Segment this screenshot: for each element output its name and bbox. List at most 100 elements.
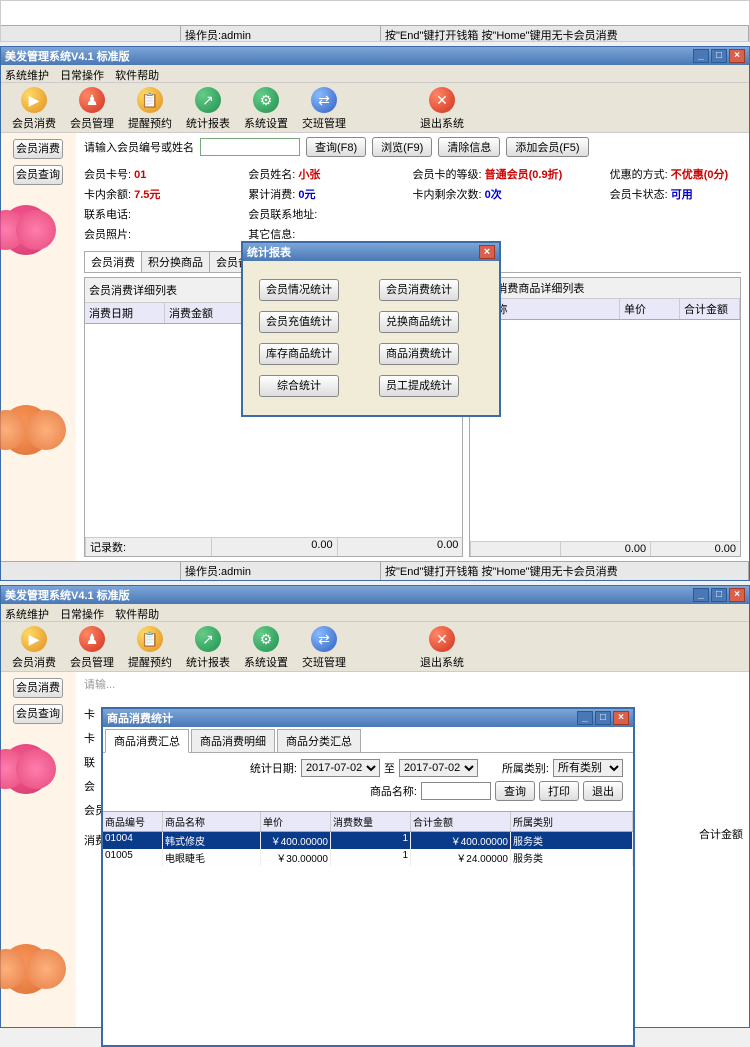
tool-member-mgmt[interactable]: ♟会员管理: [67, 626, 117, 667]
pexit-button[interactable]: 退出: [583, 781, 623, 801]
main-window-2: 美发管理系统V4.1 标准版 _ □ × 系统维护 日常操作 软件帮助 ▶会员消…: [0, 585, 750, 1028]
sidebar: 会员消费 会员查询: [1, 133, 76, 561]
dialog-title: 商品消费统计: [107, 710, 575, 726]
gear-icon: ⚙: [253, 626, 279, 652]
member-level: 普通会员(0.9折): [485, 169, 563, 181]
flower-decoration: [1, 944, 51, 994]
minimize-button[interactable]: _: [577, 711, 593, 725]
tool-reminder[interactable]: 📋提醒预约: [125, 87, 175, 128]
key-hint: 按"End"键打开钱箱 按"Home"键用无卡会员消费: [385, 30, 618, 42]
note-icon: 📋: [137, 87, 163, 113]
ptab-detail[interactable]: 商品消费明细: [191, 729, 275, 752]
note-icon: 📋: [137, 626, 163, 652]
flower-decoration: [1, 205, 51, 255]
window-title: 美发管理系统V4.1 标准版: [5, 48, 691, 64]
tool-stats[interactable]: ↗统计报表: [183, 626, 233, 667]
add-member-button[interactable]: 添加会员(F5): [506, 137, 588, 157]
tool-consume[interactable]: ▶会员消费: [9, 87, 59, 128]
person-icon: ♟: [79, 87, 105, 113]
menu-help[interactable]: 软件帮助: [115, 609, 159, 621]
top-fragment: 操作员:admin 按"End"键打开钱箱 按"Home"键用无卡会员消费: [0, 0, 750, 42]
flower-decoration: [1, 744, 51, 794]
side-query[interactable]: 会员查询: [13, 165, 63, 185]
main-panel: 请输入会员编号或姓名 查询(F8) 浏览(F9) 清除信息 添加会员(F5) 会…: [76, 133, 749, 561]
operator-label: 操作员:admin: [185, 30, 251, 42]
play-icon: ▶: [21, 87, 47, 113]
stat-member-recharge[interactable]: 会员充值统计: [259, 311, 339, 333]
side-consume[interactable]: 会员消费: [13, 139, 63, 159]
stat-member-info[interactable]: 会员情况统计: [259, 279, 339, 301]
maximize-button[interactable]: □: [711, 588, 727, 602]
gear-icon: ⚙: [253, 87, 279, 113]
stat-member-consume[interactable]: 会员消费统计: [379, 279, 459, 301]
menu-sys[interactable]: 系统维护: [5, 70, 49, 82]
ptab-category[interactable]: 商品分类汇总: [277, 729, 361, 752]
stat-exchange[interactable]: 兑换商品统计: [379, 311, 459, 333]
menu-daily[interactable]: 日常操作: [60, 609, 104, 621]
side-query[interactable]: 会员查询: [13, 704, 63, 724]
product-list-panel: 会员消费商品详细列表 品名称单价合计金额 0.000.00: [469, 277, 741, 557]
category-select[interactable]: 所有类别: [553, 759, 623, 777]
tool-reminder[interactable]: 📋提醒预约: [125, 626, 175, 667]
minimize-button[interactable]: _: [693, 49, 709, 63]
play-icon: ▶: [21, 626, 47, 652]
tool-exit[interactable]: ✕退出系统: [417, 87, 467, 128]
close-button[interactable]: ×: [729, 588, 745, 602]
close-icon: ✕: [429, 87, 455, 113]
tool-shift[interactable]: ⇄交班管理: [299, 626, 349, 667]
close-icon: ✕: [429, 626, 455, 652]
pprint-button[interactable]: 打印: [539, 781, 579, 801]
minimize-button[interactable]: _: [693, 588, 709, 602]
clear-button[interactable]: 清除信息: [438, 137, 500, 157]
tool-settings[interactable]: ⚙系统设置: [241, 87, 291, 128]
discount-type: 不优惠(0分): [671, 169, 728, 181]
stats-dialog: 统计报表 × 会员情况统计 会员消费统计 会员充值统计 兑换商品统计 库存商品统计…: [241, 241, 501, 417]
side-consume[interactable]: 会员消费: [13, 678, 63, 698]
table-row[interactable]: 01005 电眼睫毛 ￥30.00000 1 ￥24.00000 服务类: [103, 849, 633, 866]
table-row[interactable]: 01004 韩式修皮 ￥400.00000 1 ￥400.00000 服务类: [103, 832, 633, 849]
product-name-input[interactable]: [421, 782, 491, 800]
maximize-button[interactable]: □: [595, 711, 611, 725]
dialog-close-button[interactable]: ×: [613, 711, 629, 725]
stat-product-consume[interactable]: 商品消费统计: [379, 343, 459, 365]
tool-member-mgmt[interactable]: ♟会员管理: [67, 87, 117, 128]
dialog-close-button[interactable]: ×: [479, 245, 495, 259]
remain-count: 0次: [485, 189, 502, 201]
total-spend: 0元: [298, 189, 315, 201]
toolbar: ▶会员消费 ♟会员管理 📋提醒预约 ↗统计报表 ⚙系统设置 ⇄交班管理 ✕退出系…: [1, 83, 749, 133]
tab-points[interactable]: 积分换商品: [141, 251, 210, 272]
dialog-title: 统计报表: [247, 244, 291, 260]
tool-shift[interactable]: ⇄交班管理: [299, 87, 349, 128]
stat-combined[interactable]: 综合统计: [259, 375, 339, 397]
date-from-select[interactable]: 2017-07-02: [301, 759, 380, 777]
balance: 7.5元: [134, 189, 160, 201]
browse-button[interactable]: 浏览(F9): [372, 137, 432, 157]
pquery-button[interactable]: 查询: [495, 781, 535, 801]
card-status: 可用: [671, 189, 693, 201]
tool-settings[interactable]: ⚙系统设置: [241, 626, 291, 667]
product-stats-dialog: 商品消费统计 _ □ × 商品消费汇总 商品消费明细 商品分类汇总 统计日期: …: [101, 707, 635, 1047]
chart-icon: ↗: [195, 87, 221, 113]
card-no: 01: [134, 169, 146, 181]
search-label: 请输入会员编号或姓名: [84, 139, 194, 155]
chart-icon: ↗: [195, 626, 221, 652]
search-input[interactable]: [200, 138, 300, 156]
close-button[interactable]: ×: [729, 49, 745, 63]
menu-help[interactable]: 软件帮助: [115, 70, 159, 82]
menubar: 系统维护 日常操作 软件帮助: [1, 65, 749, 83]
tab-consume[interactable]: 会员消费: [84, 251, 142, 272]
date-to-select[interactable]: 2017-07-02: [399, 759, 478, 777]
stat-stock[interactable]: 库存商品统计: [259, 343, 339, 365]
tool-exit[interactable]: ✕退出系统: [417, 626, 467, 667]
maximize-button[interactable]: □: [711, 49, 727, 63]
tool-stats[interactable]: ↗统计报表: [183, 87, 233, 128]
stat-staff[interactable]: 员工提成统计: [379, 375, 459, 397]
tool-consume[interactable]: ▶会员消费: [9, 626, 59, 667]
member-name: 小张: [298, 169, 320, 181]
window-title: 美发管理系统V4.1 标准版: [5, 587, 691, 603]
menu-daily[interactable]: 日常操作: [60, 70, 104, 82]
shift-icon: ⇄: [311, 626, 337, 652]
menu-sys[interactable]: 系统维护: [5, 609, 49, 621]
query-button[interactable]: 查询(F8): [306, 137, 366, 157]
ptab-summary[interactable]: 商品消费汇总: [105, 729, 189, 753]
